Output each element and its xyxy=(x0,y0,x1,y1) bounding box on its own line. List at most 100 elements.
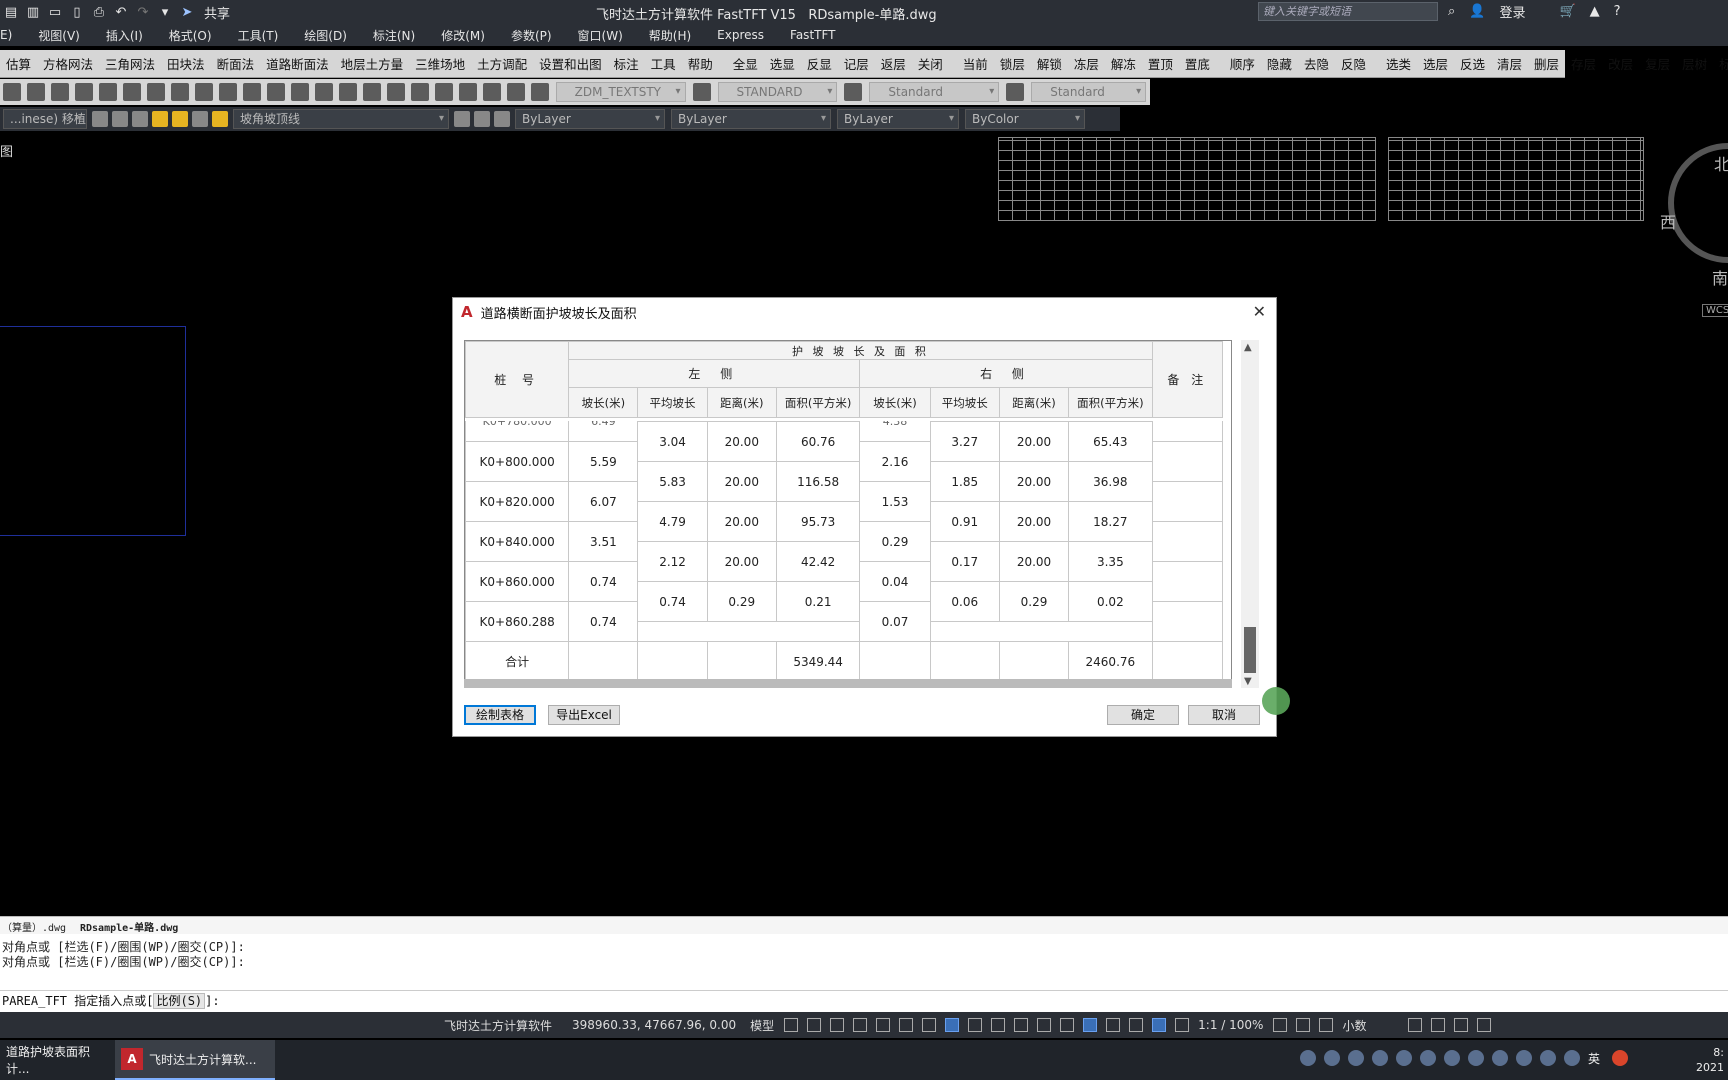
scroll-thumb[interactable] xyxy=(1244,627,1256,673)
gizmo-icon[interactable] xyxy=(1129,1018,1144,1032)
isodraft-icon[interactable] xyxy=(922,1018,937,1032)
toolbar-button-group1-10[interactable]: 标注 xyxy=(608,54,645,73)
layer-state-icon[interactable] xyxy=(494,111,510,127)
save-icon[interactable] xyxy=(50,83,69,101)
tool-palettes-icon[interactable] xyxy=(434,83,453,101)
remark-cell[interactable] xyxy=(1151,441,1224,482)
qnew-icon[interactable] xyxy=(3,83,21,101)
gear-icon[interactable] xyxy=(92,111,108,127)
share-icon[interactable]: ➤ xyxy=(178,3,196,21)
toolbar-button-group1-7[interactable]: 三维场地 xyxy=(409,54,471,73)
paste-icon[interactable] xyxy=(170,83,189,101)
undo-icon[interactable]: ↶ xyxy=(112,3,130,21)
mleader-style-icon[interactable] xyxy=(1006,83,1025,101)
search-input[interactable]: 键入关键字或短语 xyxy=(1258,2,1438,21)
toolbar-button-group3-0[interactable]: 当前 xyxy=(957,54,994,73)
save-icon[interactable]: ▤ xyxy=(2,3,20,21)
layer-on-icon[interactable] xyxy=(152,111,168,127)
toolbar-button-group3-6[interactable]: 置底 xyxy=(1179,54,1216,73)
dim-style-icon[interactable] xyxy=(692,83,711,101)
toolbar-button-group2-4[interactable]: 返层 xyxy=(875,54,912,73)
new-icon[interactable]: ▭ xyxy=(46,3,64,21)
coordinates-readout[interactable]: 398960.33, 47667.96, 0.00 xyxy=(572,1018,736,1032)
toolbar-button-group4-3[interactable]: 反隐 xyxy=(1335,54,1372,73)
pan-icon[interactable] xyxy=(290,83,309,101)
dynamic-input-icon[interactable] xyxy=(853,1018,868,1032)
toolbar-button-group5-4[interactable]: 删层 xyxy=(1528,54,1565,73)
tray-icon-8[interactable] xyxy=(1468,1050,1484,1066)
layer-select[interactable]: 坡角坡顶线 xyxy=(233,109,449,129)
toolbar-button-group5-3[interactable]: 清层 xyxy=(1491,54,1528,73)
tray-icon-6[interactable] xyxy=(1420,1050,1436,1066)
auto-scale-icon[interactable] xyxy=(1175,1018,1190,1032)
export-excel-button[interactable]: 导出Excel xyxy=(548,705,620,725)
total-row[interactable]: 合计 5349.44 2460.76 xyxy=(465,641,1224,682)
scroll-down-icon[interactable]: ▼ xyxy=(1244,676,1252,687)
undo-icon[interactable] xyxy=(242,83,261,101)
menu-item-0[interactable]: E) xyxy=(0,28,12,42)
close-icon[interactable]: ✕ xyxy=(1253,302,1266,321)
toolbar-button-group2-0[interactable]: 全显 xyxy=(727,54,764,73)
remark-cell[interactable] xyxy=(1151,421,1224,442)
toolbar-button-group4-2[interactable]: 去隐 xyxy=(1298,54,1335,73)
units-select[interactable]: 小数 xyxy=(1342,1017,1398,1034)
ortho-icon[interactable] xyxy=(876,1018,891,1032)
toolbar-button-group3-2[interactable]: 解锁 xyxy=(1031,54,1068,73)
properties-icon[interactable] xyxy=(386,83,405,101)
remark-cell[interactable] xyxy=(1151,521,1224,562)
command-input[interactable]: PAREA_TFT 指定插入点或[比例(S)]: xyxy=(0,990,1728,1012)
tray-icon-1[interactable] xyxy=(1300,1050,1316,1066)
transparency-icon[interactable] xyxy=(1014,1018,1029,1032)
toolbar-button-group5-2[interactable]: 反选 xyxy=(1454,54,1491,73)
3d-osnap-icon[interactable] xyxy=(1060,1018,1075,1032)
remark-cell[interactable] xyxy=(1151,601,1224,642)
slope-table-grid[interactable]: 桩 号护 坡 坡 长 及 面 积备 注左 侧右 侧坡长(米) 平均坡长 距离(米) 面… xyxy=(464,340,1232,688)
toolbar-button-group5-0[interactable]: 选类 xyxy=(1380,54,1417,73)
layer-lock-icon[interactable] xyxy=(212,111,228,127)
lineweight-icon[interactable] xyxy=(991,1018,1006,1032)
menu-item-4[interactable]: 工具(T) xyxy=(238,27,279,44)
tray-icon-3[interactable] xyxy=(1348,1050,1364,1066)
polar-icon[interactable] xyxy=(899,1018,914,1032)
menu-item-9[interactable]: 窗口(W) xyxy=(578,27,623,44)
color-select[interactable]: ByLayer xyxy=(515,109,665,129)
text-style-select[interactable]: ZDM_TEXTSTY xyxy=(555,82,686,102)
remark-cell[interactable] xyxy=(1151,561,1224,602)
toolbar-button-group1-3[interactable]: 田块法 xyxy=(161,54,211,73)
object-snap-icon[interactable] xyxy=(968,1018,983,1032)
block-editor-icon[interactable] xyxy=(218,83,237,101)
grid-icon[interactable] xyxy=(784,1018,799,1032)
draw-table-button[interactable]: 绘制表格 xyxy=(464,705,536,725)
toolbar-button-group1-1[interactable]: 方格网法 xyxy=(37,54,99,73)
remark-cell[interactable] xyxy=(1151,641,1224,682)
menu-item-3[interactable]: 格式(O) xyxy=(169,27,212,44)
annotation-visibility-icon[interactable] xyxy=(1152,1018,1167,1032)
toolbar-button-group3-3[interactable]: 冻层 xyxy=(1068,54,1105,73)
help-icon[interactable] xyxy=(506,83,525,101)
workspace-select[interactable]: ...inese) 移植 xyxy=(3,109,87,129)
annotation-scale[interactable]: 1:1 / 100% xyxy=(1198,1018,1263,1032)
toolbar-button-group5-8[interactable]: 层树 xyxy=(1676,54,1713,73)
workspace-gear-icon[interactable] xyxy=(1273,1018,1288,1032)
taskbar-item-autocad[interactable]: A 飞时达土方计算软... xyxy=(115,1040,275,1080)
menu-item-11[interactable]: Express xyxy=(717,28,764,42)
menu-item-8[interactable]: 参数(P) xyxy=(511,27,552,44)
cancel-button[interactable]: 取消 xyxy=(1188,705,1260,725)
clean-screen-icon[interactable] xyxy=(1477,1018,1492,1032)
design-center-icon[interactable] xyxy=(410,83,429,101)
publish-icon[interactable] xyxy=(98,83,117,101)
toolbar-button-group3-5[interactable]: 置顶 xyxy=(1142,54,1179,73)
matchprop-icon[interactable] xyxy=(194,83,213,101)
zoom-window-icon[interactable] xyxy=(338,83,357,101)
vertical-scrollbar[interactable]: ▲ ▼ xyxy=(1241,340,1259,688)
remark-cell[interactable] xyxy=(1151,481,1224,522)
layer-previous-icon[interactable] xyxy=(474,111,490,127)
toolbar-button-group2-5[interactable]: 关闭 xyxy=(912,54,949,73)
toolbar-button-group5-1[interactable]: 选层 xyxy=(1417,54,1454,73)
toolbar-button-group5-7[interactable]: 复层 xyxy=(1639,54,1676,73)
menu-item-12[interactable]: FastTFT xyxy=(790,28,835,42)
toolbar-button-group4-0[interactable]: 顺序 xyxy=(1224,54,1261,73)
toolbar-button-group2-2[interactable]: 反显 xyxy=(801,54,838,73)
model-space-toggle[interactable]: 模型 xyxy=(750,1017,774,1034)
toolbar-button-group4-1[interactable]: 隐藏 xyxy=(1261,54,1298,73)
